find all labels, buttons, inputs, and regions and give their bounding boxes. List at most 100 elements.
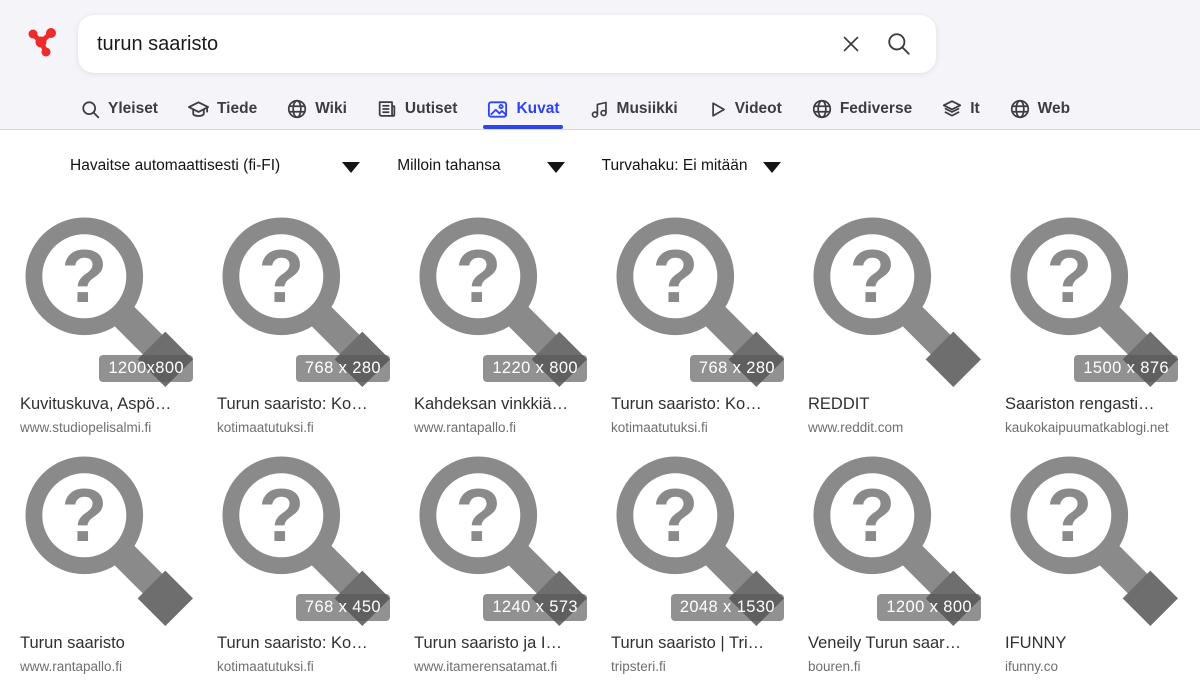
language-filter-label: Havaitse automaattisesti (fi-FI) (70, 157, 280, 175)
chevron-down-icon (763, 162, 781, 173)
result-source: kotimaatutuksi.fi (217, 420, 393, 435)
result-source: www.itamerensatamat.fi (414, 659, 590, 674)
tab-label: Kuvat (516, 100, 559, 118)
filter-bar: Havaitse automaattisesti (fi-FI) Milloin… (0, 130, 1200, 175)
image-result: 1500 x 876 Saariston rengasti… kaukokaip… (1005, 217, 1181, 435)
search-icon (80, 99, 101, 120)
tab-fediverse[interactable]: Fediverse (811, 89, 912, 129)
image-thumbnail[interactable] (808, 217, 984, 387)
tab-yleiset[interactable]: Yleiset (80, 89, 158, 129)
search-submit-icon[interactable] (886, 31, 912, 57)
image-thumbnail[interactable] (20, 456, 196, 626)
result-title[interactable]: Saariston rengasti… (1005, 395, 1181, 414)
result-source: www.studiopelisalmi.fi (20, 420, 196, 435)
globe-icon (286, 98, 308, 120)
result-title[interactable]: Turun saaristo: Ko… (217, 634, 393, 653)
tab-wiki[interactable]: Wiki (286, 89, 347, 129)
tab-label: Fediverse (840, 100, 912, 118)
image-result: 768 x 280 Turun saaristo: Ko… kotimaatut… (611, 217, 787, 435)
image-thumbnail[interactable] (1005, 456, 1181, 626)
result-source: www.reddit.com (808, 420, 984, 435)
tab-musiikki[interactable]: Musiikki (589, 89, 678, 129)
broken-image-placeholder-icon (1005, 456, 1181, 626)
image-thumbnail[interactable]: 768 x 280 (217, 217, 393, 387)
play-icon (707, 99, 728, 120)
search-input[interactable] (78, 15, 840, 73)
image-size-badge: 2048 x 1530 (671, 594, 784, 622)
image-size-badge: 768 x 450 (296, 594, 390, 622)
image-thumbnail[interactable]: 1200x800 (20, 217, 196, 387)
image-size-badge: 768 x 280 (690, 355, 784, 383)
chevron-down-icon (547, 162, 565, 173)
image-result: IFUNNY ifunny.co (1005, 456, 1181, 674)
image-thumbnail[interactable]: 768 x 450 (217, 456, 393, 626)
image-results-grid: 1200x800 Kuvituskuva, Aspö… www.studiope… (0, 175, 1200, 674)
image-result: 1200 x 800 Veneily Turun saar… bouren.fi (808, 456, 984, 674)
tab-uutiset[interactable]: Uutiset (376, 89, 458, 129)
chevron-down-icon (342, 162, 360, 173)
tab-kuvat[interactable]: Kuvat (486, 89, 559, 129)
result-source: www.rantapallo.fi (20, 659, 196, 674)
tab-label: It (970, 100, 979, 118)
image-thumbnail[interactable]: 768 x 280 (611, 217, 787, 387)
tab-label: Uutiset (405, 100, 458, 118)
broken-image-placeholder-icon (808, 217, 984, 387)
graduation-cap-icon (187, 98, 210, 121)
result-title[interactable]: REDDIT (808, 395, 984, 414)
tab-label: Musiikki (617, 100, 678, 118)
result-source: www.rantapallo.fi (414, 420, 590, 435)
result-source: kotimaatutuksi.fi (611, 420, 787, 435)
result-title[interactable]: Turun saaristo (20, 634, 196, 653)
image-result: 1240 x 573 Turun saaristo ja I… www.itam… (414, 456, 590, 674)
safesearch-filter-label: Turvahaku: Ei mitään (602, 157, 748, 175)
image-thumbnail[interactable]: 1220 x 800 (414, 217, 590, 387)
image-size-badge: 1200 x 800 (877, 594, 981, 622)
tab-videot[interactable]: Videot (707, 89, 782, 129)
image-icon (486, 98, 509, 121)
result-title[interactable]: Turun saaristo: Ko… (217, 395, 393, 414)
image-thumbnail[interactable]: 2048 x 1530 (611, 456, 787, 626)
newspaper-icon (376, 98, 398, 120)
result-source: tripsteri.fi (611, 659, 787, 674)
result-title[interactable]: Veneily Turun saar… (808, 634, 984, 653)
image-result: REDDIT www.reddit.com (808, 217, 984, 435)
music-note-icon (589, 99, 610, 120)
result-title[interactable]: Turun saaristo | Tri… (611, 634, 787, 653)
tab-label: Web (1038, 100, 1070, 118)
result-source: kotimaatutuksi.fi (217, 659, 393, 674)
globe-icon (1009, 98, 1031, 120)
result-title[interactable]: Kahdeksan vinkkiä… (414, 395, 590, 414)
result-title[interactable]: Turun saaristo ja I… (414, 634, 590, 653)
image-size-badge: 1240 x 573 (483, 594, 587, 622)
tab-web[interactable]: Web (1009, 89, 1070, 129)
tab-label: Tiede (217, 100, 257, 118)
image-size-badge: 1500 x 876 (1074, 355, 1178, 383)
image-thumbnail[interactable]: 1500 x 876 (1005, 217, 1181, 387)
image-size-badge: 1220 x 800 (483, 355, 587, 383)
clear-search-icon[interactable] (840, 33, 862, 55)
result-source: kaukokaipuumatkablogi.net (1005, 420, 1181, 435)
image-thumbnail[interactable]: 1200 x 800 (808, 456, 984, 626)
image-result: 1220 x 800 Kahdeksan vinkkiä… www.rantap… (414, 217, 590, 435)
result-title[interactable]: Kuvituskuva, Aspö… (20, 395, 196, 414)
image-result: 1200x800 Kuvituskuva, Aspö… www.studiope… (20, 217, 196, 435)
result-title[interactable]: IFUNNY (1005, 634, 1181, 653)
image-size-badge: 768 x 280 (296, 355, 390, 383)
broken-image-placeholder-icon (20, 456, 196, 626)
tab-label: Wiki (315, 100, 347, 118)
tab-label: Yleiset (108, 100, 158, 118)
image-result: 768 x 280 Turun saaristo: Ko… kotimaatut… (217, 217, 393, 435)
tab-it[interactable]: It (941, 89, 979, 129)
result-source: ifunny.co (1005, 659, 1181, 674)
app-logo-icon[interactable] (25, 25, 59, 61)
image-thumbnail[interactable]: 1240 x 573 (414, 456, 590, 626)
language-filter[interactable]: Havaitse automaattisesti (fi-FI) (70, 157, 360, 175)
image-result: Turun saaristo www.rantapallo.fi (20, 456, 196, 674)
safesearch-filter[interactable]: Turvahaku: Ei mitään (602, 157, 782, 175)
image-result: 768 x 450 Turun saaristo: Ko… kotimaatut… (217, 456, 393, 674)
tab-tiede[interactable]: Tiede (187, 89, 257, 129)
image-size-badge: 1200x800 (99, 355, 193, 383)
search-bar (78, 15, 936, 73)
result-title[interactable]: Turun saaristo: Ko… (611, 395, 787, 414)
time-range-filter[interactable]: Milloin tahansa (397, 157, 564, 175)
